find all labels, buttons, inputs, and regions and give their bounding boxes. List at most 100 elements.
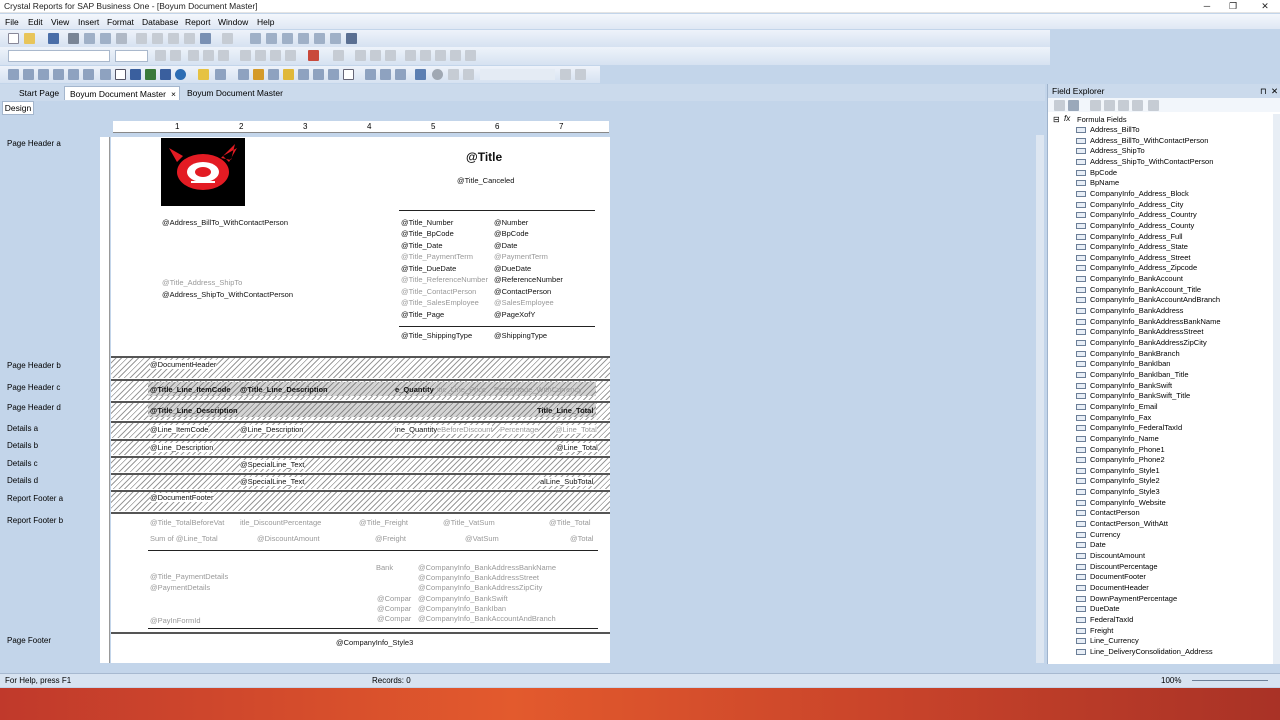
align-right-icon[interactable] <box>270 50 281 61</box>
title-bpcode-field[interactable]: @Title_BpCode <box>401 229 454 238</box>
menu-file[interactable]: File <box>5 17 19 27</box>
select-expert-icon[interactable] <box>330 33 341 44</box>
thousands-icon[interactable] <box>420 50 431 61</box>
address-billto-field[interactable]: @Address_BillTo_WithContactPerson <box>162 218 288 227</box>
formula-field-item[interactable]: CompanyInfo_Address_Full <box>1076 232 1183 241</box>
companyinfo-field[interactable]: @Compar <box>377 614 411 623</box>
duedate-field[interactable]: @DueDate <box>494 264 531 273</box>
map-icon[interactable] <box>160 69 171 80</box>
bank-accountandbranch-field[interactable]: @CompanyInfo_BankAccountAndBranch <box>418 614 556 623</box>
formula-field-item[interactable]: DiscountPercentage <box>1076 562 1158 571</box>
formula-field-item[interactable]: CompanyInfo_BankIban_Title <box>1076 370 1189 379</box>
band-page-footer[interactable] <box>111 632 610 663</box>
previous-page-icon[interactable] <box>463 69 474 80</box>
section-label[interactable]: Page Header b <box>7 361 61 370</box>
shrink-font-icon[interactable] <box>170 50 181 61</box>
database-icon[interactable] <box>198 69 209 80</box>
justify-icon[interactable] <box>285 50 296 61</box>
title-address-shipto-field[interactable]: @Title_Address_ShipTo <box>162 278 242 287</box>
align-left-icon[interactable] <box>240 50 251 61</box>
line-total-field[interactable]: @Line_Total <box>555 425 597 434</box>
section-label[interactable]: Page Header c <box>7 383 60 392</box>
title-line-description-field[interactable]: @Title_Line_Description <box>150 406 238 415</box>
title-paymentterm-field[interactable]: @Title_PaymentTerm <box>401 252 473 261</box>
formula-field-item[interactable]: Line_Currency <box>1076 636 1139 645</box>
section-label[interactable]: Details c <box>7 459 38 468</box>
underline-icon[interactable] <box>218 50 229 61</box>
tab-boyum-document-master-active[interactable]: Boyum Document Master × <box>64 86 180 100</box>
formula-field-item[interactable]: CompanyInfo_BankAddressStreet <box>1076 327 1203 336</box>
summary-icon[interactable] <box>38 69 49 80</box>
total-field[interactable]: @Total <box>570 534 593 543</box>
title-salesemployee-field[interactable]: @Title_SalesEmployee <box>401 298 479 307</box>
open-icon[interactable] <box>24 33 35 44</box>
title-line-quantity-field[interactable]: e_Quantity <box>395 385 434 394</box>
formula-field-item[interactable]: CompanyInfo_Name <box>1076 434 1159 443</box>
paymentterm-field[interactable]: @PaymentTerm <box>494 252 548 261</box>
formula-field-item[interactable]: CompanyInfo_BankBranch <box>1076 349 1180 358</box>
line-itemcode-field[interactable]: @Line_ItemCode <box>150 425 209 434</box>
insert-summary-icon[interactable] <box>266 33 277 44</box>
bank-name-field[interactable]: @CompanyInfo_BankAddressBankName <box>418 563 556 572</box>
insert-picture-icon[interactable] <box>298 33 309 44</box>
zoom-slider[interactable] <box>1192 680 1268 681</box>
title-line-description-field[interactable]: @Title_Line_Description <box>240 385 328 394</box>
bpcode-field[interactable]: @BpCode <box>494 229 529 238</box>
report-explorer-icon[interactable] <box>365 69 376 80</box>
formula-field-item[interactable]: CompanyInfo_Email <box>1076 402 1158 411</box>
title-percentage-field[interactable]: Percentage_WithCurrency <box>494 385 582 394</box>
report-title-field[interactable]: @Title <box>466 150 502 164</box>
line-description-field[interactable]: @Line_Description <box>150 443 214 452</box>
box-icon[interactable] <box>115 69 126 80</box>
formula-field-item[interactable]: CompanyInfo_Address_Country <box>1076 210 1197 219</box>
section-label[interactable]: Details d <box>7 476 38 485</box>
formula-field-item[interactable]: Address_ShipTo <box>1076 146 1145 155</box>
paymentdetails-field[interactable]: @PaymentDetails <box>150 583 210 592</box>
section-label[interactable]: Details b <box>7 441 38 450</box>
tab-close-icon[interactable]: × <box>171 87 176 101</box>
formula-field-item[interactable]: CompanyInfo_Phone2 <box>1076 455 1165 464</box>
formula-field-item[interactable]: Currency <box>1076 530 1120 539</box>
align-center-icon[interactable] <box>255 50 266 61</box>
formula-field-item[interactable]: Address_BillTo <box>1076 125 1140 134</box>
design-view-tab[interactable]: Design <box>2 101 34 115</box>
tree-collapse-icon[interactable]: ⊟ <box>1053 115 1060 124</box>
line-description-field[interactable]: @Line_Description <box>240 425 304 434</box>
tab-start-page[interactable]: Start Page <box>14 86 64 100</box>
title-canceled-field[interactable]: @Title_Canceled <box>457 176 514 185</box>
bank-label[interactable]: Bank <box>376 563 393 572</box>
formula-field-item[interactable]: CompanyInfo_BankAddressBankName <box>1076 317 1221 326</box>
band-details-d[interactable] <box>111 473 610 489</box>
formula-field-item[interactable]: DueDate <box>1076 604 1120 613</box>
companyinfo-field[interactable]: @Compar <box>377 604 411 613</box>
line-quantity-field[interactable]: ine_Quantity <box>395 425 438 434</box>
vatsum-field[interactable]: @VatSum <box>465 534 499 543</box>
number-field[interactable]: @Number <box>494 218 528 227</box>
formula-field-item[interactable]: CompanyInfo_Address_Street <box>1076 253 1190 262</box>
close-panel-icon[interactable]: ✕ <box>1271 84 1278 98</box>
bold-icon[interactable] <box>188 50 199 61</box>
currency-icon[interactable] <box>405 50 416 61</box>
line-pricebeforediscount-field[interactable]: eBeforeDiscount <box>437 425 493 434</box>
formula-field-item[interactable]: CompanyInfo_Fax <box>1076 413 1151 422</box>
title-number-field[interactable]: @Title_Number <box>401 218 453 227</box>
duplicate-field-icon[interactable] <box>1118 100 1129 111</box>
formula-field-item[interactable]: BpName <box>1076 178 1119 187</box>
section-label[interactable]: Page Footer <box>7 636 51 645</box>
title-discountpercentage-field[interactable]: itle_DiscountPercentage <box>240 518 321 527</box>
suppress-icon[interactable] <box>355 50 366 61</box>
stop-icon[interactable] <box>432 69 443 80</box>
redo-icon[interactable] <box>222 33 233 44</box>
lock-format-icon[interactable] <box>370 50 381 61</box>
find-icon[interactable] <box>346 33 357 44</box>
companyinfo-field[interactable]: @Compar <box>377 594 411 603</box>
formula-field-item[interactable]: CompanyInfo_Website <box>1076 498 1166 507</box>
first-page-icon[interactable] <box>448 69 459 80</box>
section-label[interactable]: Page Header d <box>7 403 61 412</box>
export-icon[interactable] <box>100 33 111 44</box>
menu-window[interactable]: Window <box>218 17 248 27</box>
formula-field-item[interactable]: Line_DeliveryConsolidation_Address <box>1076 647 1213 656</box>
salesemployee-field[interactable]: @SalesEmployee <box>494 298 554 307</box>
title-line-itemcode-field[interactable]: @Title_Line_ItemCode <box>150 385 231 394</box>
title-line-price-field[interactable]: itle_Line_Price <box>437 385 486 394</box>
